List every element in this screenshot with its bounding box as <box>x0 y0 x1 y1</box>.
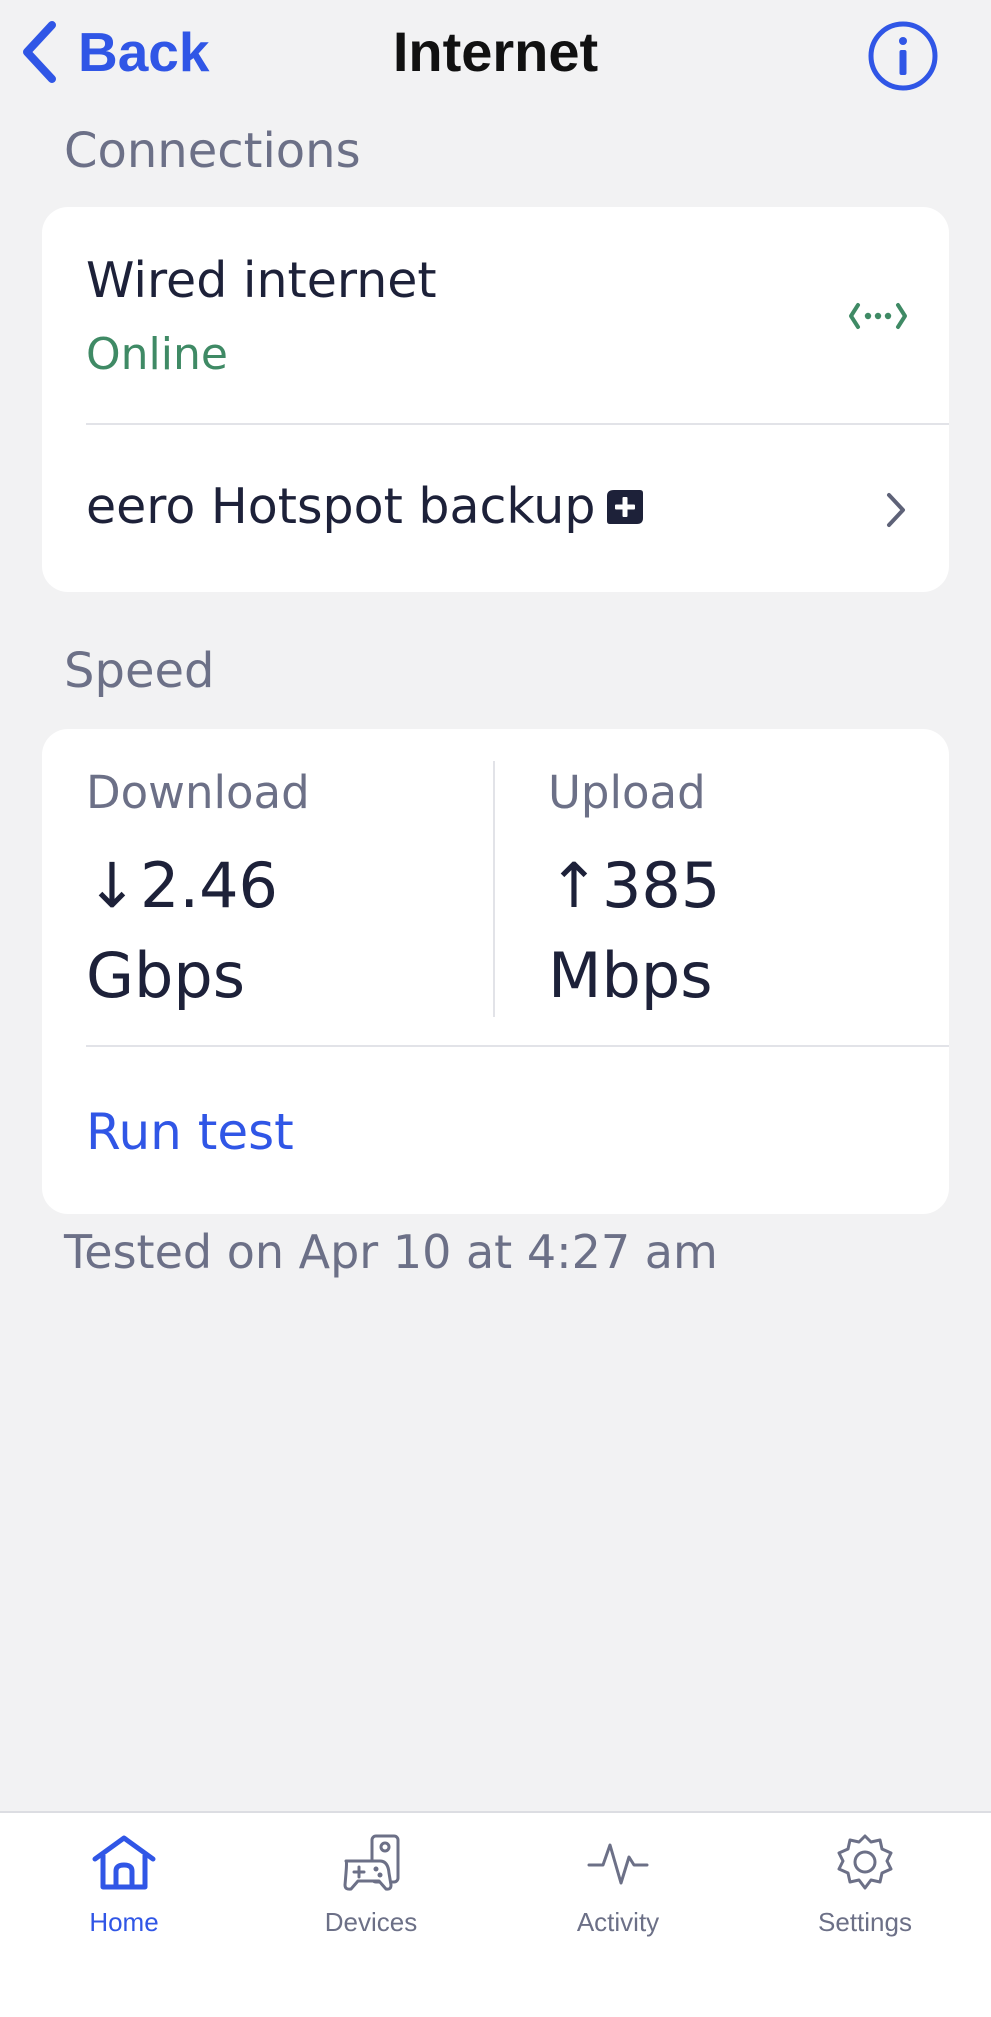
speed-heading: Speed <box>64 643 215 699</box>
tab-settings[interactable]: Settings <box>765 1833 965 1963</box>
download-value: ↓2.46 Gbps <box>86 841 278 1021</box>
upload-value: ↑385 Mbps <box>548 841 720 1021</box>
tab-home[interactable]: Home <box>24 1833 224 1963</box>
speed-divider <box>86 1045 949 1047</box>
tab-home-label: Home <box>89 1907 159 1937</box>
download-arrow-icon: ↓ <box>86 849 138 922</box>
upload-number: 385 <box>601 849 721 922</box>
tab-activity[interactable]: Activity <box>518 1833 718 1963</box>
wired-internet-status: Online <box>86 329 228 380</box>
download-unit: Gbps <box>86 939 246 1012</box>
activity-icon <box>587 1843 649 1885</box>
eero-plus-icon <box>607 490 644 524</box>
upload-column: Upload ↑385 Mbps <box>495 729 949 1049</box>
devices-icon <box>343 1834 400 1891</box>
connections-heading: Connections <box>64 123 361 179</box>
hotspot-backup-row[interactable]: eero Hotspot backup <box>42 425 949 592</box>
tab-devices-label: Devices <box>324 1907 418 1937</box>
info-button[interactable] <box>867 20 939 92</box>
settings-icon <box>837 1834 893 1890</box>
wired-internet-title: Wired internet <box>86 252 437 309</box>
speed-card: Download ↓2.46 Gbps Upload ↑385 Mbps Run… <box>42 729 949 1214</box>
tab-activity-label: Activity <box>576 1907 660 1937</box>
back-button[interactable]: Back <box>22 18 209 86</box>
tab-settings-label: Settings <box>818 1907 912 1937</box>
run-test-button[interactable]: Run test <box>86 1101 294 1163</box>
ethernet-icon <box>849 303 907 329</box>
upload-arrow-icon: ↑ <box>548 849 600 922</box>
info-icon <box>868 21 938 91</box>
hotspot-backup-title-wrap: eero Hotspot backup <box>86 477 645 537</box>
tab-devices[interactable]: Devices <box>271 1833 471 1963</box>
internet-screen: Back Internet Connections Wired internet… <box>0 0 991 2017</box>
home-icon <box>92 1835 156 1890</box>
wired-internet-row[interactable]: Wired internet Online <box>42 207 949 423</box>
back-label: Back <box>78 21 210 83</box>
chevron-left-icon <box>22 21 56 83</box>
download-label: Download <box>86 766 310 819</box>
upload-label: Upload <box>548 766 706 819</box>
upload-unit: Mbps <box>548 939 713 1012</box>
connections-card: Wired internet Online eero Hotspot backu… <box>42 207 949 592</box>
nav-header: Back Internet <box>0 0 991 110</box>
bottom-tab-bar: Home Devices Activity Settings <box>0 1811 991 2017</box>
download-column: Download ↓2.46 Gbps <box>42 729 492 1049</box>
last-tested-text: Tested on Apr 10 at 4:27 am <box>64 1225 718 1279</box>
download-number: 2.46 <box>139 849 278 922</box>
hotspot-backup-title: eero Hotspot backup <box>86 478 596 535</box>
chevron-right-icon <box>887 493 905 527</box>
